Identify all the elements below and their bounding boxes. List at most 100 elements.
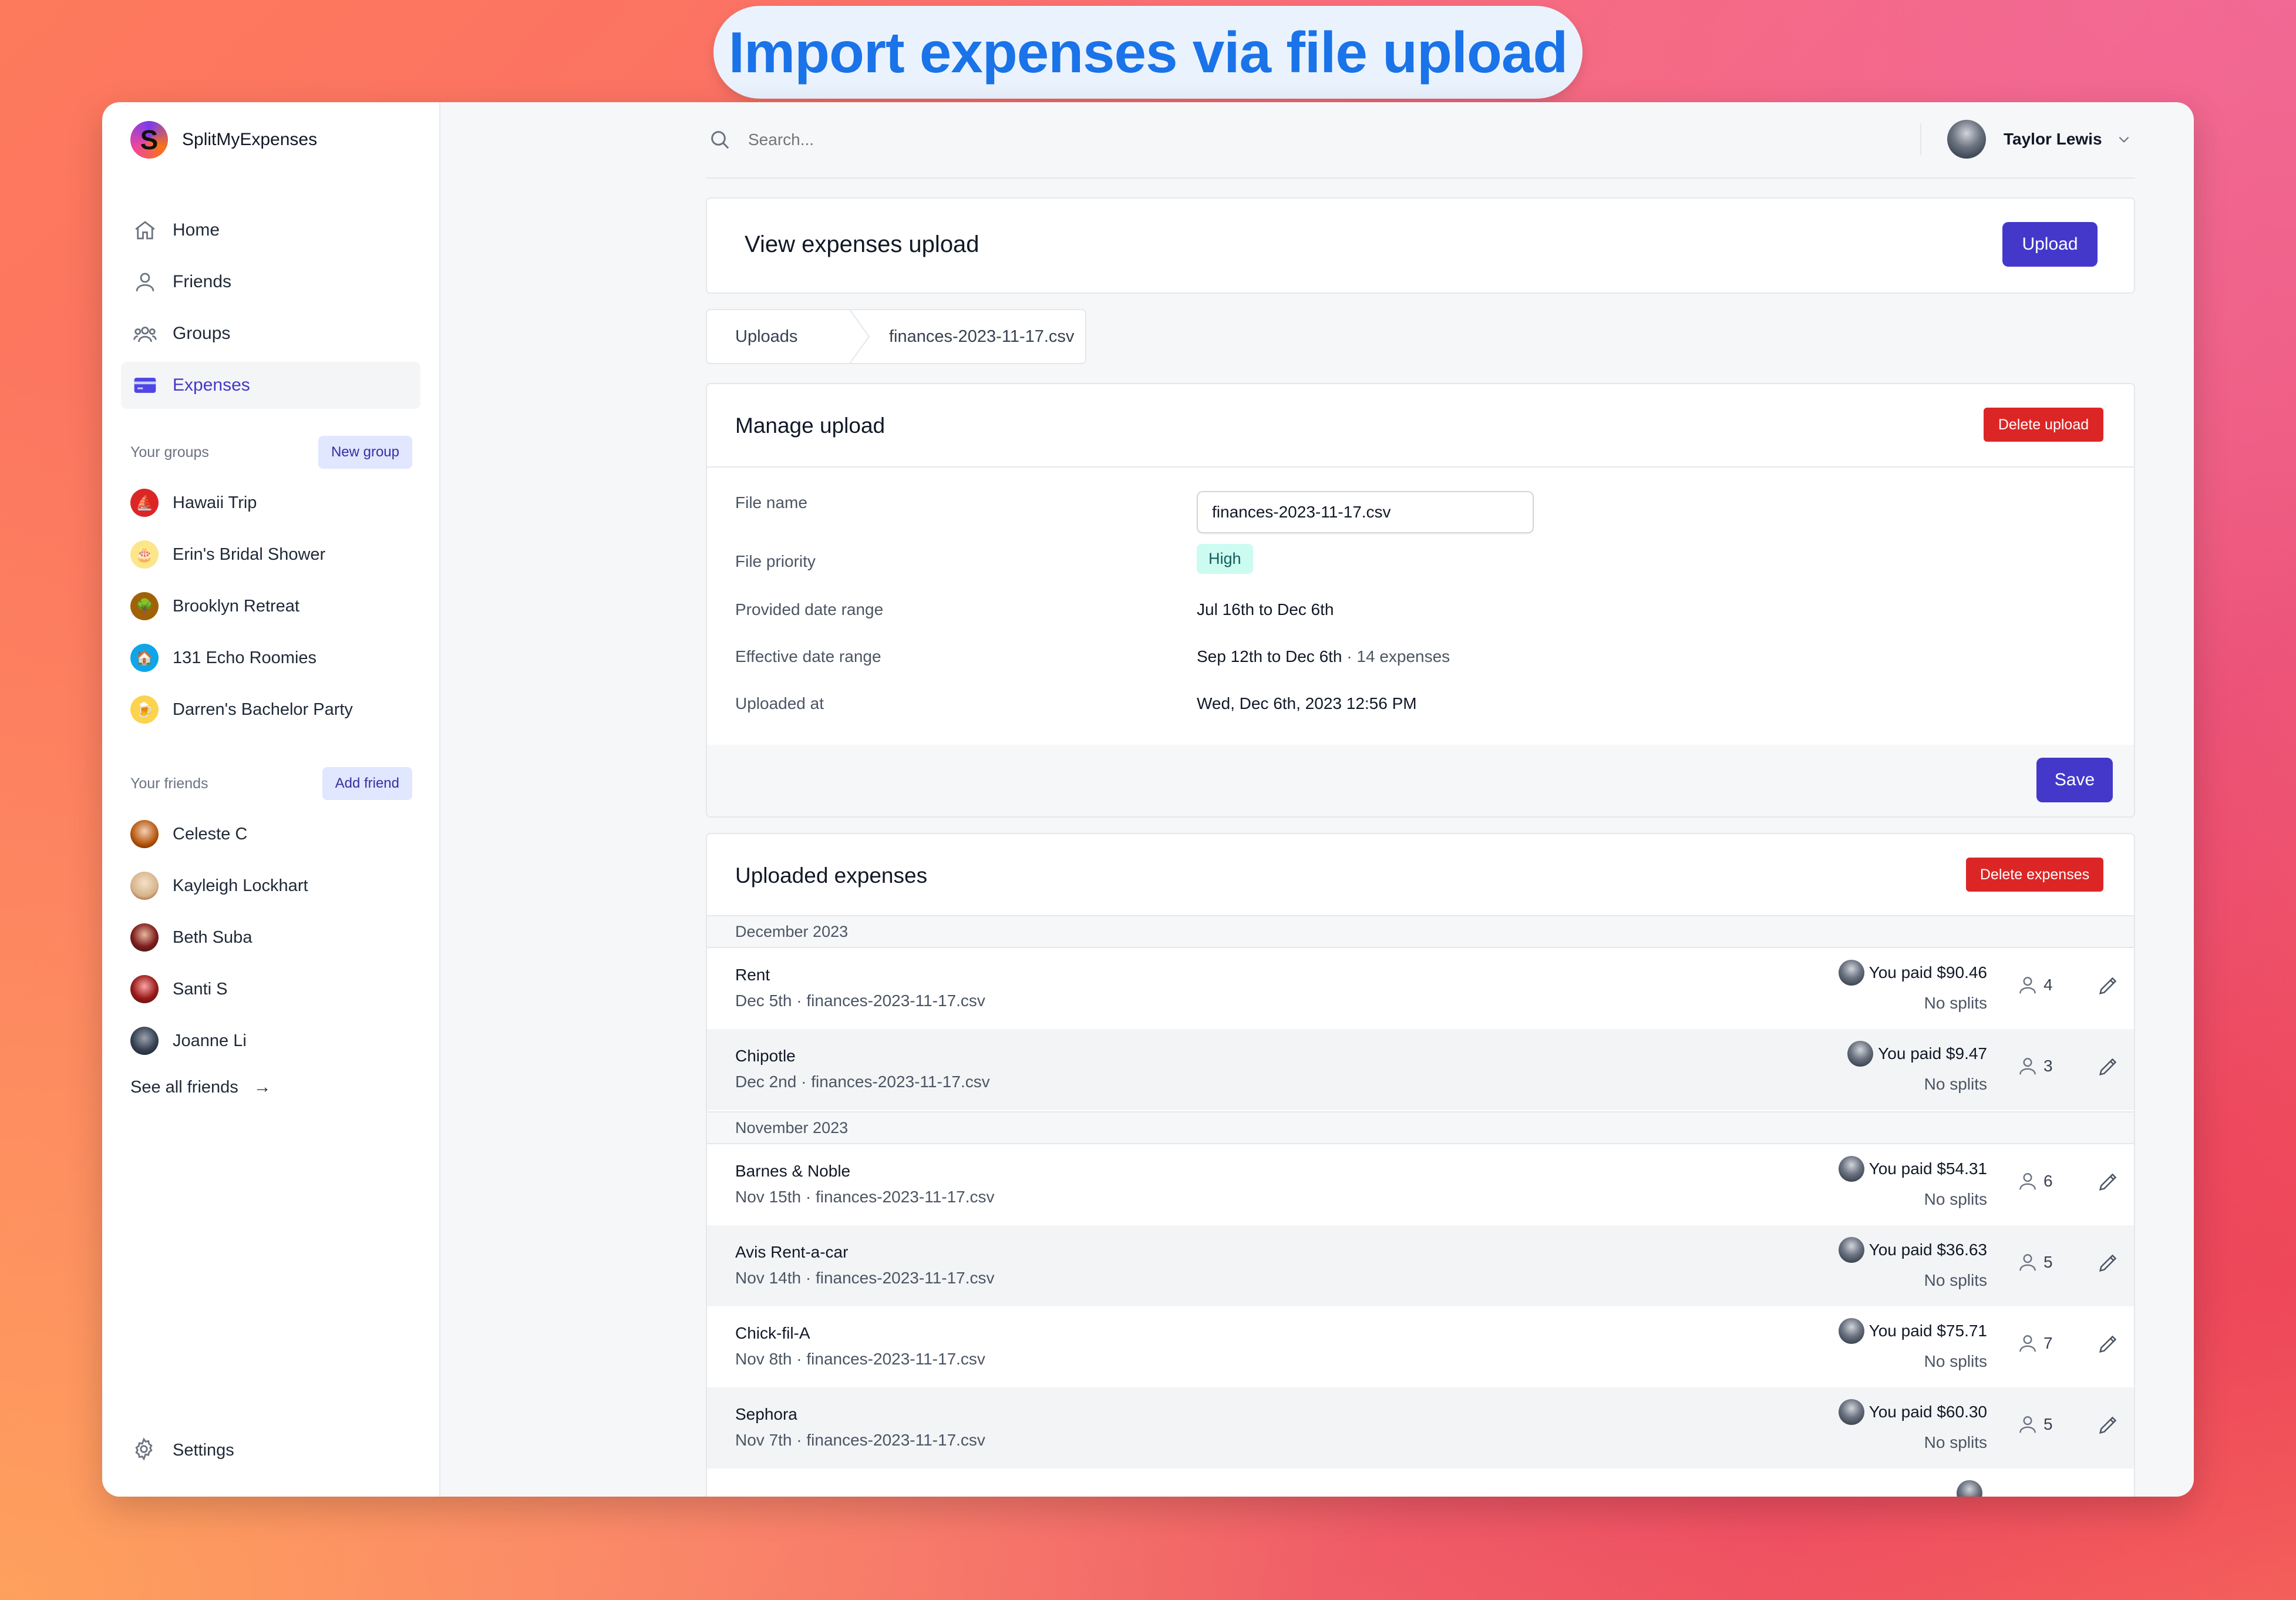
expense-splits: No splits bbox=[1924, 1190, 1987, 1208]
month-header: November 2023 bbox=[707, 1111, 2134, 1144]
friends-label: Your friends bbox=[130, 775, 208, 792]
nav-item-friends[interactable]: Friends bbox=[121, 258, 420, 305]
manage-upload-title: Manage upload bbox=[735, 414, 886, 438]
uploaded-expenses-title: Uploaded expenses bbox=[735, 863, 928, 888]
avatar bbox=[1838, 1399, 1864, 1425]
breadcrumb-uploads[interactable]: Uploads bbox=[707, 327, 848, 347]
month-header: December 2023 bbox=[707, 915, 2134, 948]
group-item-131-echo-roomies[interactable]: 🏠 131 Echo Roomies bbox=[130, 632, 412, 684]
pencil-icon[interactable] bbox=[2096, 974, 2121, 999]
expense-row[interactable]: Chipotle Dec 2nd · finances-2023-11-17.c… bbox=[707, 1029, 2134, 1110]
friend-avatar bbox=[130, 872, 159, 900]
users-icon bbox=[132, 320, 159, 347]
user-name: Taylor Lewis bbox=[2004, 130, 2102, 148]
group-label: Darren's Bachelor Party bbox=[173, 700, 353, 719]
user-menu[interactable]: Taylor Lewis bbox=[1947, 120, 2132, 159]
user-icon bbox=[2019, 1173, 2036, 1190]
hero-title: Import expenses via file upload bbox=[728, 19, 1568, 85]
user-icon bbox=[2019, 1335, 2036, 1352]
app-window: S SplitMyExpenses Home Friends Groups Ex… bbox=[102, 102, 2194, 1497]
friends-list: Celeste C Kayleigh Lockhart Beth Suba Sa… bbox=[130, 808, 412, 1067]
friend-label: Celeste C bbox=[173, 824, 248, 843]
expense-paid: You paid $90.46 bbox=[1838, 960, 1987, 986]
group-item-erins-bridal-shower[interactable]: 🎂 Erin's Bridal Shower bbox=[130, 529, 412, 580]
friend-item-santi-s[interactable]: Santi S bbox=[130, 963, 412, 1015]
group-item-brooklyn-retreat[interactable]: 🌳 Brooklyn Retreat bbox=[130, 580, 412, 632]
pencil-icon[interactable] bbox=[2096, 1170, 2121, 1195]
uploaded-expenses-card: Uploaded expenses Delete expenses Decemb… bbox=[706, 833, 2135, 1497]
file-name-input[interactable] bbox=[1197, 491, 1534, 533]
new-group-button[interactable]: New group bbox=[318, 436, 412, 469]
expense-row[interactable]: Rent Dec 5th · finances-2023-11-17.csv Y… bbox=[707, 948, 2134, 1029]
delete-expenses-button[interactable]: Delete expenses bbox=[1966, 858, 2103, 892]
group-item-hawaii-trip[interactable]: ⛵ Hawaii Trip bbox=[130, 477, 412, 529]
expense-row[interactable]: Avis Rent-a-car Nov 14th · finances-2023… bbox=[707, 1225, 2134, 1306]
expense-name: Chipotle bbox=[735, 1047, 796, 1065]
provided-date-range-value: Jul 16th to Dec 6th bbox=[1197, 600, 1334, 619]
expense-meta: Nov 14th · finances-2023-11-17.csv bbox=[735, 1269, 995, 1287]
expense-name: Sephora bbox=[735, 1405, 797, 1423]
brand[interactable]: S SplitMyExpenses bbox=[130, 121, 317, 159]
friend-avatar bbox=[130, 923, 159, 952]
search-icon bbox=[708, 128, 732, 152]
expense-paid: You paid $75.71 bbox=[1838, 1318, 1987, 1344]
expense-row[interactable]: Barnes & Noble Nov 15th · finances-2023-… bbox=[707, 1144, 2134, 1225]
expense-meta: Nov 15th · finances-2023-11-17.csv bbox=[735, 1188, 995, 1206]
friend-item-celeste-c[interactable]: Celeste C bbox=[130, 808, 412, 860]
expense-row[interactable]: Sephora Nov 7th · finances-2023-11-17.cs… bbox=[707, 1387, 2134, 1468]
pencil-icon[interactable] bbox=[2096, 1055, 2121, 1080]
delete-upload-button[interactable]: Delete upload bbox=[1984, 408, 2103, 442]
see-all-friends-link[interactable]: See all friends → bbox=[130, 1077, 271, 1097]
nav-item-groups[interactable]: Groups bbox=[121, 310, 420, 357]
friend-item-beth-suba[interactable]: Beth Suba bbox=[130, 912, 412, 963]
user-icon bbox=[2019, 1058, 2036, 1075]
main-content: Taylor Lewis View expenses upload Upload… bbox=[439, 102, 2194, 1497]
pencil-icon[interactable] bbox=[2096, 1251, 2121, 1276]
settings-link[interactable]: Settings bbox=[132, 1437, 234, 1464]
manage-upload-header: Manage upload Delete upload bbox=[707, 384, 2134, 468]
participant-count: 4 bbox=[2016, 974, 2053, 996]
groups-list: ⛵ Hawaii Trip 🎂 Erin's Bridal Shower 🌳 B… bbox=[130, 477, 412, 735]
uploaded-expenses-header: Uploaded expenses Delete expenses bbox=[707, 834, 2134, 917]
expense-row-partial[interactable] bbox=[707, 1468, 2134, 1497]
main-nav: Home Friends Groups Expenses bbox=[121, 207, 420, 414]
friend-label: Joanne Li bbox=[173, 1031, 247, 1050]
chevron-down-icon bbox=[2116, 132, 2132, 147]
brand-name: SplitMyExpenses bbox=[182, 130, 318, 149]
save-button[interactable]: Save bbox=[2036, 758, 2113, 802]
nav-item-home[interactable]: Home bbox=[121, 207, 420, 254]
participant-count: 7 bbox=[2016, 1332, 2053, 1354]
view-upload-card: View expenses upload Upload bbox=[706, 197, 2135, 294]
groups-label: Your groups bbox=[130, 443, 209, 460]
expense-paid: You paid $54.31 bbox=[1838, 1156, 1987, 1182]
priority-badge[interactable]: High bbox=[1197, 544, 1253, 574]
pencil-icon[interactable] bbox=[2096, 1332, 2121, 1357]
friend-item-kayleigh-lockhart[interactable]: Kayleigh Lockhart bbox=[130, 860, 412, 912]
expense-row[interactable]: Chick-fil-A Nov 8th · finances-2023-11-1… bbox=[707, 1306, 2134, 1387]
provided-date-range-label: Provided date range bbox=[735, 600, 884, 619]
nav-label: Expenses bbox=[173, 375, 250, 395]
avatar bbox=[1847, 1041, 1874, 1067]
friends-header: Your friends Add friend bbox=[130, 767, 412, 800]
user-icon bbox=[132, 268, 159, 295]
friend-item-joanne-li[interactable]: Joanne Li bbox=[130, 1015, 412, 1067]
user-icon bbox=[2019, 1416, 2036, 1433]
add-friend-button[interactable]: Add friend bbox=[322, 767, 412, 800]
friend-avatar bbox=[130, 820, 159, 848]
expense-splits: No splits bbox=[1924, 1075, 1987, 1093]
settings-label: Settings bbox=[173, 1440, 234, 1460]
gear-icon bbox=[132, 1437, 159, 1464]
upload-button[interactable]: Upload bbox=[2002, 222, 2098, 267]
nav-item-expenses[interactable]: Expenses bbox=[121, 362, 420, 409]
manage-upload-footer: Save bbox=[707, 745, 2134, 816]
group-item-darrens-bachelor-party[interactable]: 🍺 Darren's Bachelor Party bbox=[130, 684, 412, 735]
expense-splits: No splits bbox=[1924, 994, 1987, 1012]
search-input[interactable] bbox=[747, 130, 1806, 150]
friend-avatar bbox=[130, 1027, 159, 1055]
pencil-icon[interactable] bbox=[2096, 1413, 2121, 1438]
effective-range: Sep 12th to Dec 6th bbox=[1197, 647, 1342, 665]
uploaded-at-label: Uploaded at bbox=[735, 694, 824, 712]
expense-name: Avis Rent-a-car bbox=[735, 1243, 849, 1261]
avatar bbox=[1947, 120, 1986, 159]
expense-name: Chick-fil-A bbox=[735, 1324, 810, 1342]
